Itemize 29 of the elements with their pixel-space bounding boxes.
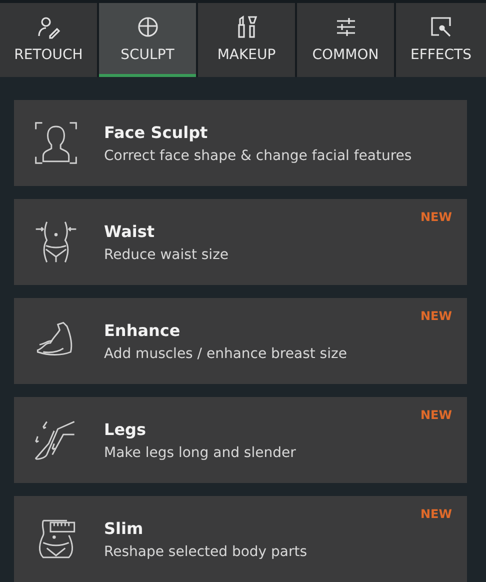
tab[interactable]: MAKEUP — [198, 3, 295, 77]
tool-description: Make legs long and slender — [104, 444, 296, 460]
tool-description: Add muscles / enhance breast size — [104, 346, 347, 362]
tool-description: Reduce waist size — [104, 246, 229, 262]
tab[interactable]: EFFECTS — [396, 3, 486, 77]
tool-title: Legs — [104, 420, 148, 438]
tab[interactable]: RETOUCH — [0, 3, 97, 77]
cursor-frame-icon — [429, 14, 453, 38]
tool-title: Waist — [104, 222, 156, 240]
tab[interactable]: SCULPT — [99, 3, 196, 77]
tool-card[interactable]: Enhance Add muscles / enhance breast size NEW — [14, 298, 467, 384]
tool-title: Enhance — [104, 320, 182, 340]
tab[interactable]: COMMON — [297, 3, 394, 77]
face-frame-icon — [34, 121, 78, 165]
new-label: NEW — [420, 210, 452, 224]
tool-card[interactable]: Waist Reduce waist size NEW — [14, 199, 467, 285]
tool-description: Correct face shape & change facial features — [104, 148, 412, 164]
tool-title: Face Sculpt — [104, 122, 209, 142]
new-label: NEW — [420, 507, 452, 521]
person-pen-icon — [36, 14, 60, 38]
globe-icon — [136, 14, 160, 38]
waist-icon — [34, 220, 78, 264]
tool-title: Slim — [104, 518, 144, 538]
new-label: NEW — [420, 408, 452, 422]
new-label: NEW — [420, 309, 452, 323]
tool-card[interactable]: Face Sculpt Correct face shape & change facial features — [14, 100, 467, 186]
tool-description: Reshape selected body parts — [104, 544, 308, 560]
tool-card[interactable]: Legs Make legs long and slender NEW — [14, 397, 467, 483]
tool-card[interactable]: Slim Reshape selected body parts NEW — [14, 496, 467, 582]
